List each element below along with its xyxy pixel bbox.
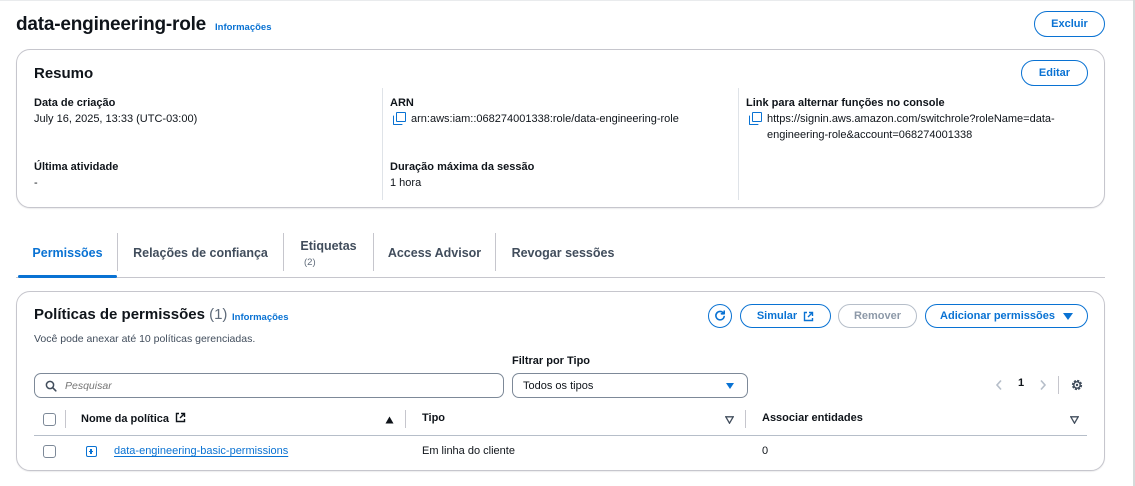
last-activity-label: Última atividade: [34, 161, 119, 173]
summary-card: Resumo Editar Data de criação July 16, 2…: [16, 49, 1105, 208]
max-session-value: 1 hora: [390, 177, 422, 189]
max-session-label: Duração máxima da sessão: [390, 161, 535, 173]
tab-label: Etiquetas: [300, 238, 357, 253]
column-label: Nome da política: [81, 413, 170, 425]
search-box[interactable]: [34, 373, 504, 398]
column-separator: [405, 410, 406, 428]
simulate-button[interactable]: Simular: [740, 304, 831, 328]
permissions-title-text: Políticas de permissões: [34, 306, 205, 323]
expand-row-icon[interactable]: [86, 446, 97, 457]
select-all-checkbox[interactable]: [43, 413, 56, 426]
arn-value: arn:aws:iam::068274001338:role/data-engi…: [393, 111, 679, 127]
external-link-icon: [803, 311, 814, 321]
tab-bar: Permissões Relações de confiança Etiquet…: [16, 229, 1105, 278]
tab-tags[interactable]: Etiquetas (2): [284, 229, 373, 277]
tab-label: Access Advisor: [387, 246, 482, 260]
switch-link-label: Link para alternar funções no console: [746, 97, 945, 109]
copy-icon[interactable]: [749, 112, 762, 125]
page-number[interactable]: 1: [1018, 377, 1024, 389]
type-filter-select[interactable]: Todos os tipos: [512, 373, 748, 398]
permissions-policies-card: Políticas de permissões (1) Informações …: [16, 291, 1105, 471]
refresh-button[interactable]: [708, 304, 732, 328]
delete-button[interactable]: Excluir: [1034, 11, 1105, 37]
search-icon: [45, 380, 57, 392]
creation-date-value: July 16, 2025, 13:33 (UTC-03:00): [34, 113, 198, 125]
permissions-description: Você pode anexar até 10 políticas gerenc…: [34, 333, 256, 345]
policy-type: Em linha do cliente: [422, 445, 515, 457]
refresh-icon: [715, 310, 725, 321]
caret-down-icon: [726, 383, 734, 389]
arn-text: arn:aws:iam::068274001338:role/data-engi…: [411, 113, 679, 125]
info-link[interactable]: Informações: [215, 22, 272, 33]
switch-link-line1: https://signin.aws.amazon.com/switchrole…: [767, 113, 1055, 125]
column-divider: [738, 88, 739, 200]
pager-divider: [1058, 376, 1059, 394]
last-activity-value: -: [34, 177, 38, 189]
top-border: [0, 0, 1135, 1]
switch-link-line2: engineering-role&account=068274001338: [767, 129, 973, 141]
tab-label: Relações de confiança: [133, 246, 268, 260]
column-separator: [745, 410, 746, 428]
page-title: data-engineering-role: [16, 14, 207, 35]
table-header-divider: [34, 435, 1087, 436]
column-separator: [65, 410, 66, 428]
row-checkbox[interactable]: [43, 445, 56, 458]
add-permissions-button[interactable]: Adicionar permissões: [925, 304, 1088, 328]
tab-count: (2): [304, 256, 316, 268]
creation-date-label: Data de criação: [34, 97, 116, 109]
tab-label: Permissões: [32, 246, 103, 260]
permissions-count: (1): [209, 306, 228, 323]
column-header-policy-name[interactable]: Nome da política: [81, 412, 186, 425]
switch-link-value: https://signin.aws.amazon.com/switchrole…: [749, 111, 1055, 127]
copy-icon[interactable]: [393, 112, 406, 125]
external-link-icon: [175, 412, 186, 423]
edit-button[interactable]: Editar: [1021, 60, 1088, 86]
sort-icon[interactable]: [1070, 416, 1079, 424]
attached-entities: 0: [762, 445, 769, 457]
permissions-title: Políticas de permissões (1): [34, 306, 227, 323]
tab-access-advisor[interactable]: Access Advisor: [374, 229, 495, 277]
sort-icon[interactable]: [725, 416, 734, 424]
gear-icon[interactable]: [1070, 378, 1084, 392]
tab-trust-relationships[interactable]: Relações de confiança: [118, 229, 283, 277]
sort-ascending-icon[interactable]: [385, 416, 394, 424]
column-header-type[interactable]: Tipo: [422, 412, 445, 424]
summary-title: Resumo: [34, 65, 94, 82]
caret-down-icon: [1062, 312, 1073, 320]
arn-label: ARN: [390, 97, 414, 109]
filter-label: Filtrar por Tipo: [512, 355, 591, 367]
remove-button[interactable]: Remover: [838, 304, 917, 328]
policy-name-link[interactable]: data-engineering-basic-permissions: [114, 445, 288, 457]
type-filter-value: Todos os tipos: [523, 379, 594, 392]
chevron-right-icon[interactable]: [1039, 379, 1047, 391]
info-link[interactable]: Informações: [232, 312, 289, 323]
column-divider: [382, 88, 383, 200]
add-permissions-label: Adicionar permissões: [940, 310, 1055, 322]
tab-revoke-sessions[interactable]: Revogar sessões: [496, 229, 630, 277]
tab-permissions[interactable]: Permissões: [18, 229, 117, 278]
search-input[interactable]: [65, 379, 485, 392]
chevron-left-icon[interactable]: [995, 379, 1003, 391]
column-header-entities[interactable]: Associar entidades: [762, 412, 863, 424]
simulate-label: Simular: [756, 310, 798, 322]
tab-label: Revogar sessões: [511, 246, 615, 260]
